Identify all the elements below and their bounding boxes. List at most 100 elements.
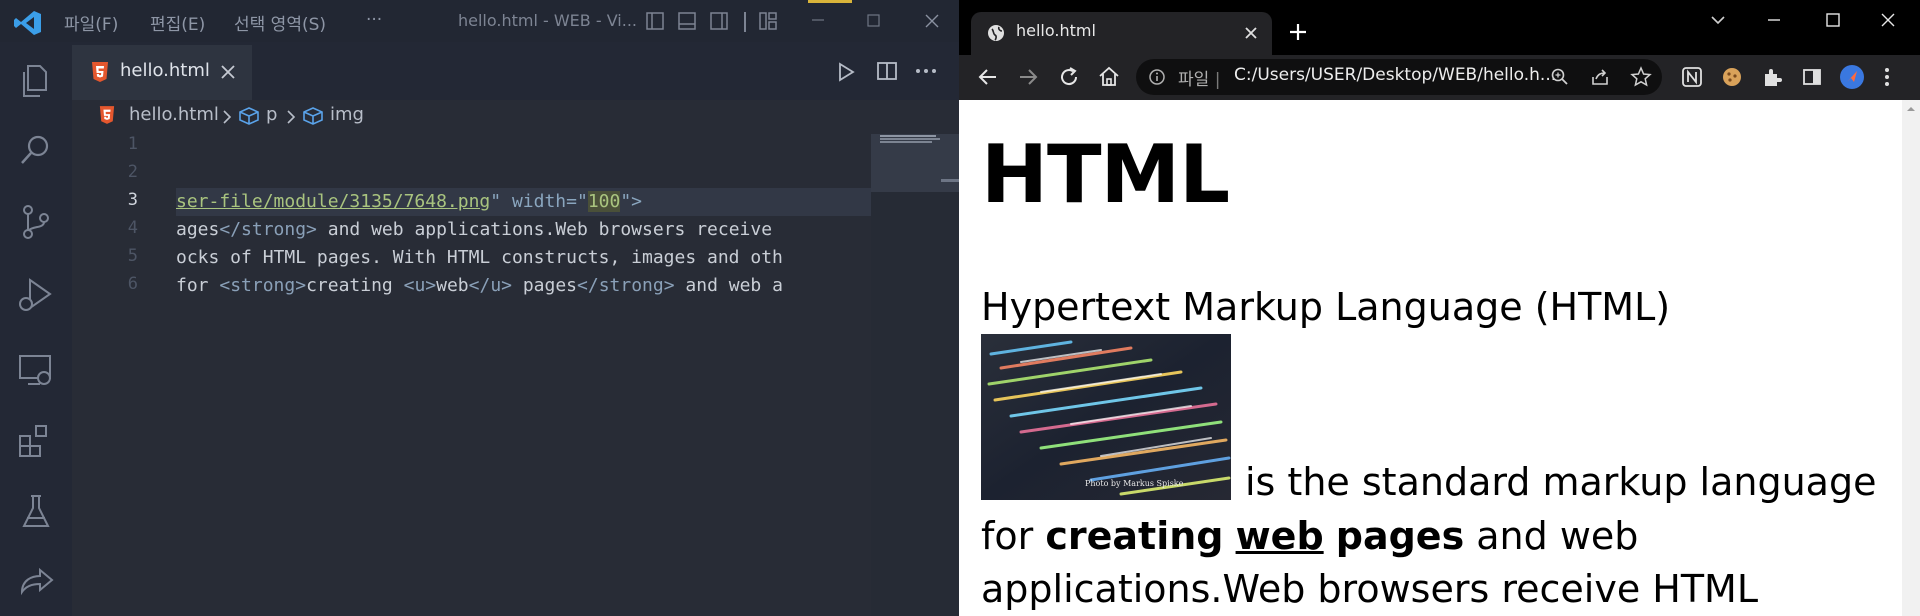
minimap-content bbox=[880, 134, 940, 144]
split-editor-icon[interactable] bbox=[876, 60, 898, 82]
tab-search-chevron-down-icon[interactable] bbox=[1708, 10, 1728, 30]
run-icon[interactable] bbox=[835, 61, 857, 83]
globe-icon bbox=[986, 23, 1006, 43]
toggle-panel-icon[interactable] bbox=[677, 11, 697, 31]
customize-layout-icon[interactable] bbox=[758, 11, 778, 31]
cookie-extension-icon[interactable] bbox=[1721, 66, 1743, 88]
chrome-menu-icon[interactable] bbox=[1880, 65, 1894, 89]
element-cube-icon bbox=[238, 106, 260, 126]
width-value: 100 bbox=[587, 191, 621, 212]
menu-edit[interactable]: 편집(E) bbox=[150, 10, 205, 35]
chrome-maximize-icon[interactable] bbox=[1823, 10, 1843, 30]
vscode-close-icon[interactable] bbox=[912, 6, 952, 36]
menu-file[interactable]: 파일(F) bbox=[64, 10, 118, 35]
line-number-current: 3 bbox=[127, 190, 138, 210]
run-and-debug-icon[interactable] bbox=[14, 272, 58, 316]
chrome-close-icon[interactable] bbox=[1878, 10, 1898, 30]
share-icon[interactable] bbox=[1590, 67, 1610, 87]
strong-close-tag: </strong> bbox=[577, 275, 675, 296]
notion-extension-icon[interactable] bbox=[1681, 66, 1703, 88]
tab-close-icon[interactable] bbox=[218, 62, 238, 82]
vscode-maximize-icon[interactable] bbox=[853, 6, 893, 36]
vscode-minimize-icon[interactable] bbox=[798, 6, 838, 36]
side-panel-icon[interactable] bbox=[1801, 66, 1823, 88]
window-title: hello.html - WEB - Vi... bbox=[458, 11, 638, 30]
source-control-icon[interactable] bbox=[14, 200, 58, 244]
address-scheme-label: 파일 | bbox=[1178, 70, 1221, 90]
info-icon[interactable] bbox=[1148, 68, 1166, 86]
code-text: ages bbox=[176, 219, 220, 240]
breadcrumb-file[interactable]: hello.html bbox=[129, 104, 219, 125]
minimap[interactable] bbox=[871, 134, 959, 616]
menu-more[interactable]: ··· bbox=[366, 10, 382, 30]
body-text-line: is the standard markup language bbox=[1245, 460, 1877, 504]
tab-close-icon[interactable] bbox=[1242, 24, 1260, 42]
page-heading: HTML bbox=[981, 128, 1230, 221]
address-url[interactable]: C:/Users/USER/Desktop/WEB/hello.h... bbox=[1234, 65, 1556, 85]
code-photo-image: Photo by Markus Spiske bbox=[981, 334, 1231, 500]
code-text: web bbox=[436, 275, 469, 296]
code-line-6[interactable]: for <strong>creating <u>web</u> pages</s… bbox=[176, 272, 871, 300]
extensions-icon[interactable] bbox=[14, 418, 58, 462]
chrome-minimize-icon[interactable] bbox=[1764, 10, 1784, 30]
testing-icon[interactable] bbox=[14, 490, 58, 534]
page-scrollbar[interactable] bbox=[1902, 100, 1920, 616]
code-line-5[interactable]: ocks of HTML pages. With HTML constructs… bbox=[176, 244, 871, 272]
code-text: for bbox=[176, 275, 220, 296]
body-text-line: for creating web pages and web bbox=[981, 514, 1639, 558]
search-icon[interactable] bbox=[14, 128, 58, 172]
strong-close-tag: </strong> bbox=[219, 219, 317, 240]
line-number: 2 bbox=[127, 162, 138, 182]
line-number: 6 bbox=[127, 274, 138, 294]
titlebar-divider bbox=[744, 12, 746, 32]
strong-text: creating bbox=[1045, 514, 1224, 558]
line-number: 1 bbox=[127, 134, 138, 154]
scroll-up-arrow-icon[interactable] bbox=[1902, 100, 1920, 118]
line-number: 5 bbox=[127, 246, 138, 266]
toggle-primary-sidebar-icon[interactable] bbox=[645, 11, 665, 31]
explorer-icon[interactable] bbox=[14, 58, 58, 102]
overview-ruler-mark bbox=[941, 179, 959, 182]
html5-file-icon bbox=[91, 61, 109, 83]
code-line-3[interactable]: ser-file/module/3135/7648.png" width="10… bbox=[176, 188, 871, 216]
strong-underlined-text: web bbox=[1235, 514, 1324, 558]
reload-icon[interactable] bbox=[1057, 65, 1081, 89]
more-actions-icon[interactable] bbox=[914, 61, 938, 81]
u-open-tag: <u> bbox=[403, 275, 437, 296]
code-text: and web a bbox=[674, 275, 783, 296]
u-close-tag: </u> bbox=[468, 275, 512, 296]
extensions-puzzle-icon[interactable] bbox=[1761, 66, 1783, 88]
strong-text: pages bbox=[1335, 514, 1465, 558]
tab-label: hello.html bbox=[120, 60, 210, 81]
bookmark-star-icon[interactable] bbox=[1630, 66, 1652, 88]
breadcrumb-chevron-icon bbox=[286, 110, 296, 124]
width-attribute: " width=" bbox=[490, 191, 588, 212]
code-text: pages bbox=[512, 275, 578, 296]
vscode-logo-icon bbox=[14, 10, 42, 36]
code-line-4[interactable]: ages</strong> and web applications.Web b… bbox=[176, 216, 871, 244]
image-caption: Photo by Markus Spiske bbox=[1085, 479, 1184, 488]
new-tab-icon[interactable] bbox=[1287, 21, 1309, 43]
profile-avatar[interactable] bbox=[1839, 64, 1865, 90]
forward-arrow-icon[interactable] bbox=[1016, 65, 1040, 89]
breadcrumb-p[interactable]: p bbox=[266, 104, 277, 125]
zoom-icon[interactable] bbox=[1550, 67, 1570, 87]
remote-explorer-icon[interactable] bbox=[14, 348, 58, 392]
toggle-secondary-sidebar-icon[interactable] bbox=[709, 11, 729, 31]
home-icon[interactable] bbox=[1097, 65, 1121, 89]
tag-end: "> bbox=[620, 191, 643, 212]
img-src-string: ser-file/module/3135/7648.png bbox=[176, 191, 491, 212]
strong-open-tag: <strong> bbox=[219, 275, 307, 296]
window-accent-line bbox=[808, 0, 852, 3]
code-text: and web applications.Web browsers receiv… bbox=[316, 219, 783, 240]
back-arrow-icon[interactable] bbox=[976, 65, 1000, 89]
body-text-line: applications.Web browsers receive HTML bbox=[981, 567, 1759, 611]
page-paragraph: Hypertext Markup Language (HTML) bbox=[981, 285, 1671, 329]
menu-selection[interactable]: 선택 영역(S) bbox=[234, 10, 326, 35]
code-text: creating bbox=[306, 275, 404, 296]
tab-title: hello.html bbox=[1016, 21, 1096, 40]
breadcrumb-img[interactable]: img bbox=[330, 104, 364, 125]
live-share-icon[interactable] bbox=[14, 562, 58, 606]
element-cube-icon bbox=[302, 106, 324, 126]
breadcrumb-html5-icon bbox=[99, 105, 115, 125]
